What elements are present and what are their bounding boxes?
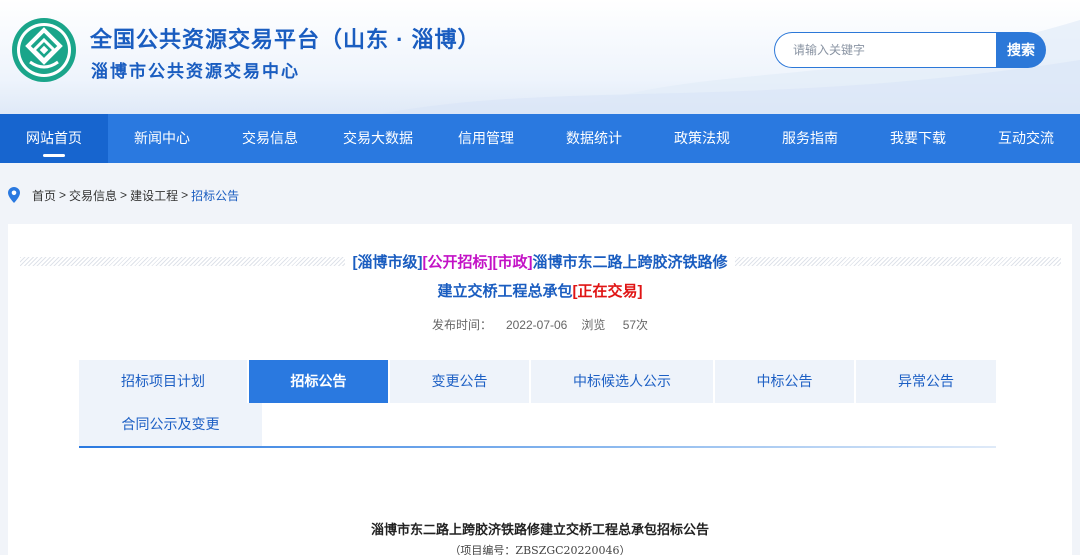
publish-date: 2022-07-06 — [505, 318, 568, 332]
tab-candidate-publicity[interactable]: 中标候选人公示 — [531, 360, 713, 403]
tab-project-plan[interactable]: 招标项目计划 — [79, 360, 247, 403]
tag-status: [正在交易] — [572, 283, 643, 300]
nav-item-news[interactable]: 新闻中心 — [108, 114, 216, 163]
tag-level: [淄博市级] — [352, 254, 423, 271]
breadcrumb-trade-info[interactable]: 交易信息 — [69, 187, 117, 204]
nav-item-home[interactable]: 网站首页 — [0, 114, 108, 163]
nav-item-statistics[interactable]: 数据统计 — [540, 114, 648, 163]
article-title: 淄博市东二路上跨胶济铁路修建立交桥工程总承包招标公告 — [370, 523, 709, 538]
tab-row-2: 合同公示及变更 — [79, 403, 996, 446]
content-panel: [淄博市级][公开招标][市政]淄博市东二路上跨胶济铁路修建立交桥工程总承包[正… — [8, 224, 1072, 555]
publish-label: 发布时间： — [431, 318, 492, 332]
breadcrumb-separator: > — [59, 188, 67, 202]
tab-change-notice[interactable]: 变更公告 — [390, 360, 529, 403]
breadcrumb-home[interactable]: 首页 — [32, 187, 56, 204]
view-count: 浏览 57次 — [581, 318, 648, 332]
tab-underline — [79, 446, 996, 448]
site-subtitle: 淄博市公共资源交易中心 — [91, 62, 300, 81]
project-number: （项目编号：ZBSZGC20220046） — [449, 544, 631, 555]
emblem-logo-icon[interactable] — [10, 16, 78, 84]
views-value: 57次 — [622, 318, 649, 332]
document-meta: 发布时间： 2022-07-06 浏览 57次 — [8, 316, 1072, 333]
nav-item-interaction[interactable]: 互动交流 — [972, 114, 1080, 163]
breadcrumb-construction[interactable]: 建设工程 — [130, 187, 178, 204]
nav-item-big-data[interactable]: 交易大数据 — [324, 114, 432, 163]
nav-item-policy[interactable]: 政策法规 — [648, 114, 756, 163]
tab-exception-notice[interactable]: 异常公告 — [856, 360, 996, 403]
search-button[interactable]: 搜索 — [996, 32, 1046, 68]
main-nav: 网站首页 新闻中心 交易信息 交易大数据 信用管理 数据统计 政策法规 服务指南… — [0, 114, 1080, 163]
location-pin-icon — [8, 187, 20, 203]
nav-item-download[interactable]: 我要下载 — [864, 114, 972, 163]
tab-contract-publicity[interactable]: 合同公示及变更 — [79, 403, 262, 446]
title-divider-left — [20, 257, 345, 266]
title-divider-right — [735, 257, 1061, 266]
tag-category: [市政] — [492, 254, 533, 271]
tab-row-1: 招标项目计划 招标公告 变更公告 中标候选人公示 中标公告 异常公告 — [79, 360, 996, 403]
nav-item-credit[interactable]: 信用管理 — [432, 114, 540, 163]
document-title: [淄博市级][公开招标][市政]淄博市东二路上跨胶济铁路修建立交桥工程总承包[正… — [352, 248, 728, 306]
tag-method: [公开招标] — [422, 254, 493, 271]
tab-tender-notice[interactable]: 招标公告 — [249, 360, 388, 403]
site-header: 全国公共资源交易平台（山东 · 淄博） 淄博市公共资源交易中心 搜索 — [0, 0, 1080, 114]
breadcrumb: 首页 > 交易信息 > 建设工程 > 招标公告 — [8, 186, 239, 204]
site-title: 全国公共资源交易平台（山东 · 淄博） — [90, 27, 481, 52]
breadcrumb-current[interactable]: 招标公告 — [191, 187, 239, 204]
nav-item-trade-info[interactable]: 交易信息 — [216, 114, 324, 163]
breadcrumb-separator: > — [120, 188, 128, 202]
search-input[interactable] — [774, 32, 1008, 68]
search-box: 搜索 — [774, 32, 1046, 68]
notice-tabs: 招标项目计划 招标公告 变更公告 中标候选人公示 中标公告 异常公告 合同公示及… — [79, 360, 996, 448]
tab-award-notice[interactable]: 中标公告 — [715, 360, 854, 403]
views-label: 浏览 — [581, 318, 606, 332]
publish-time: 发布时间： 2022-07-06 — [432, 318, 567, 332]
breadcrumb-separator: > — [181, 188, 189, 202]
nav-item-guide[interactable]: 服务指南 — [756, 114, 864, 163]
